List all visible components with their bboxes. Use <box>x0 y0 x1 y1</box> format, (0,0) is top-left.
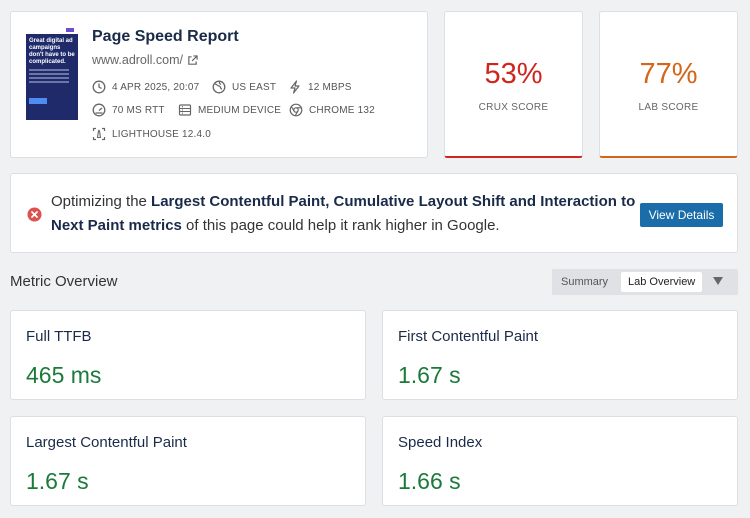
metric-value: 1.67 s <box>26 468 89 494</box>
lighthouse-icon <box>92 127 106 141</box>
lab-score-value: 77% <box>639 58 698 90</box>
metric-value: 465 ms <box>26 362 102 388</box>
meta-browser: CHROME 132 <box>289 103 375 117</box>
metric-name: First Contentful Paint <box>398 328 539 345</box>
thumbnail-headline: Great digital ad campaigns don't have to… <box>29 38 75 65</box>
report-card: Great digital ad campaigns don't have to… <box>10 11 428 158</box>
caret-down-icon[interactable] <box>713 277 723 285</box>
chrome-icon <box>289 103 303 117</box>
metric-card-speed-index[interactable]: Speed Index 1.66 s <box>382 416 738 506</box>
crux-score-label: CRUX SCORE <box>478 102 549 113</box>
gauge-icon <box>92 103 106 117</box>
page-title: Page Speed Report <box>92 28 239 45</box>
device-icon <box>178 104 192 116</box>
page-thumbnail: Great digital ad campaigns don't have to… <box>26 26 78 120</box>
view-details-button[interactable]: View Details <box>640 203 723 227</box>
meta-device: MEDIUM DEVICE <box>178 103 281 117</box>
meta-location: US EAST <box>212 80 276 94</box>
metric-name: Largest Contentful Paint <box>26 434 187 451</box>
meta-lighthouse: LIGHTHOUSE 12.4.0 <box>92 127 211 141</box>
toggle-summary[interactable]: Summary <box>561 276 608 288</box>
metric-value: 1.67 s <box>398 362 461 388</box>
external-link-icon[interactable] <box>187 54 198 66</box>
clock-icon <box>92 80 106 94</box>
crux-score-value: 53% <box>484 58 543 90</box>
metric-name: Full TTFB <box>26 328 92 345</box>
globe-icon <box>212 80 226 94</box>
lab-score-card[interactable]: 77% LAB SCORE <box>599 11 738 158</box>
bolt-icon <box>290 80 300 94</box>
error-circle-icon <box>27 207 42 222</box>
crux-score-card[interactable]: 53% CRUX SCORE <box>444 11 583 158</box>
meta-rtt: 70 MS RTT <box>92 103 165 117</box>
alert-message: Optimizing the Largest Contentful Paint,… <box>51 193 636 234</box>
meta-bandwidth: 12 MBPS <box>288 80 352 94</box>
page-url-link[interactable]: www.adroll.com/ <box>92 53 198 67</box>
metric-card-ttfb[interactable]: Full TTFB 465 ms <box>10 310 366 400</box>
metric-name: Speed Index <box>398 434 483 451</box>
metric-card-lcp[interactable]: Largest Contentful Paint 1.67 s <box>10 416 366 506</box>
recommendation-alert: Optimizing the Largest Contentful Paint,… <box>10 173 738 253</box>
metric-card-fcp[interactable]: First Contentful Paint 1.67 s <box>382 310 738 400</box>
metric-value: 1.66 s <box>398 468 461 494</box>
page-url[interactable]: www.adroll.com/ <box>92 53 183 67</box>
lab-score-label: LAB SCORE <box>638 102 699 113</box>
section-title: Metric Overview <box>10 273 118 290</box>
view-toggle[interactable]: Summary Lab Overview <box>552 269 738 295</box>
toggle-lab-overview[interactable]: Lab Overview <box>621 272 703 292</box>
meta-date: 4 APR 2025, 20:07 <box>92 80 199 94</box>
